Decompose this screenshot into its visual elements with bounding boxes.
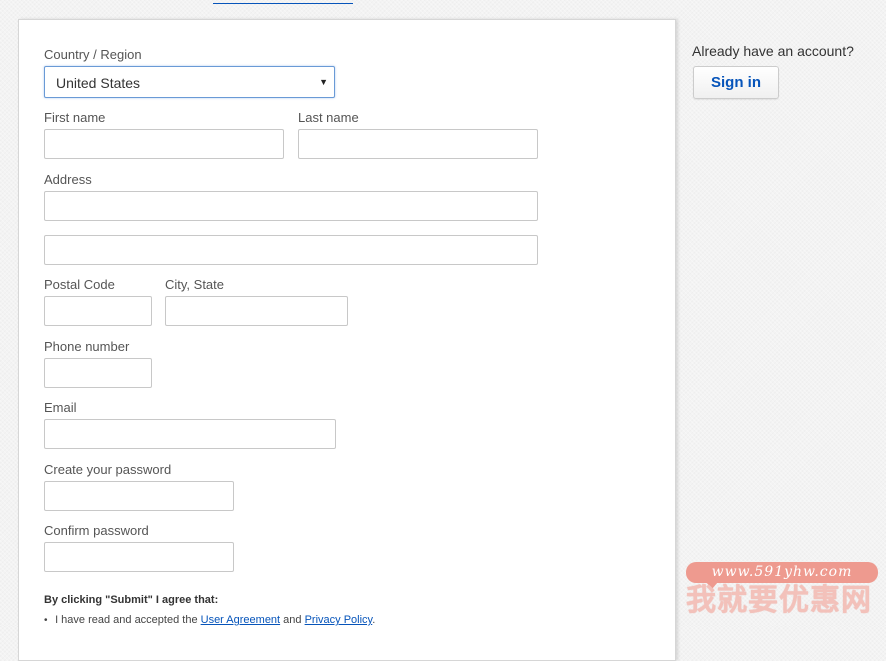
registration-form-panel: Country / Region United States ▼ First n…	[18, 19, 676, 661]
city-state-input[interactable]	[165, 296, 348, 326]
watermark-logo-text: 我就要优惠网	[686, 583, 872, 618]
last-name-input[interactable]	[298, 129, 538, 159]
top-cutoff-text: · · · · · · · · · · · · · · · · · · · · …	[20, 0, 354, 4]
address-line1-input[interactable]	[44, 191, 538, 221]
first-name-label: First name	[44, 110, 106, 125]
top-cutoff-link[interactable]	[213, 2, 354, 4]
email-label: Email	[44, 400, 77, 415]
address-line2-input[interactable]	[44, 235, 538, 265]
watermark-url: www.591yhw.com	[686, 562, 878, 589]
country-label: Country / Region	[44, 47, 142, 62]
postal-code-label: Postal Code	[44, 277, 115, 292]
agreement-title: By clicking "Submit" I agree that:	[44, 594, 219, 606]
already-have-account-text: Already have an account?	[692, 43, 854, 59]
top-cutoff-fragment: · · · · · · · · · · · · · · · · · · · · …	[20, 0, 178, 4]
postal-code-input[interactable]	[44, 296, 152, 326]
last-name-label: Last name	[298, 110, 359, 125]
bullet-icon: •	[44, 615, 48, 626]
privacy-policy-link[interactable]: Privacy Policy	[305, 614, 373, 626]
country-select-value: United States	[56, 75, 141, 91]
agreement-suffix-text: .	[372, 614, 376, 626]
dropdown-arrow-icon: ▼	[319, 77, 328, 87]
city-state-label: City, State	[165, 277, 225, 292]
country-select[interactable]: United States ▼	[44, 66, 335, 98]
create-password-input[interactable]	[44, 481, 234, 511]
agreement-conjunction-text: and	[283, 614, 302, 626]
phone-number-input[interactable]	[44, 358, 152, 388]
email-input[interactable]	[44, 419, 336, 449]
agreement-prefix-text: I have read and accepted the	[55, 614, 198, 626]
create-password-label: Create your password	[44, 462, 172, 477]
user-agreement-link[interactable]: User Agreement	[201, 614, 280, 626]
address-label: Address	[44, 172, 92, 187]
agreement-list-item: • I have read and accepted the User Agre…	[44, 614, 375, 626]
sign-in-button[interactable]: Sign in	[693, 66, 779, 99]
first-name-input[interactable]	[44, 129, 284, 159]
confirm-password-label: Confirm password	[44, 523, 149, 538]
watermark: www.591yhw.com 我就要优惠网	[680, 556, 886, 626]
phone-number-label: Phone number	[44, 339, 130, 354]
confirm-password-input[interactable]	[44, 542, 234, 572]
